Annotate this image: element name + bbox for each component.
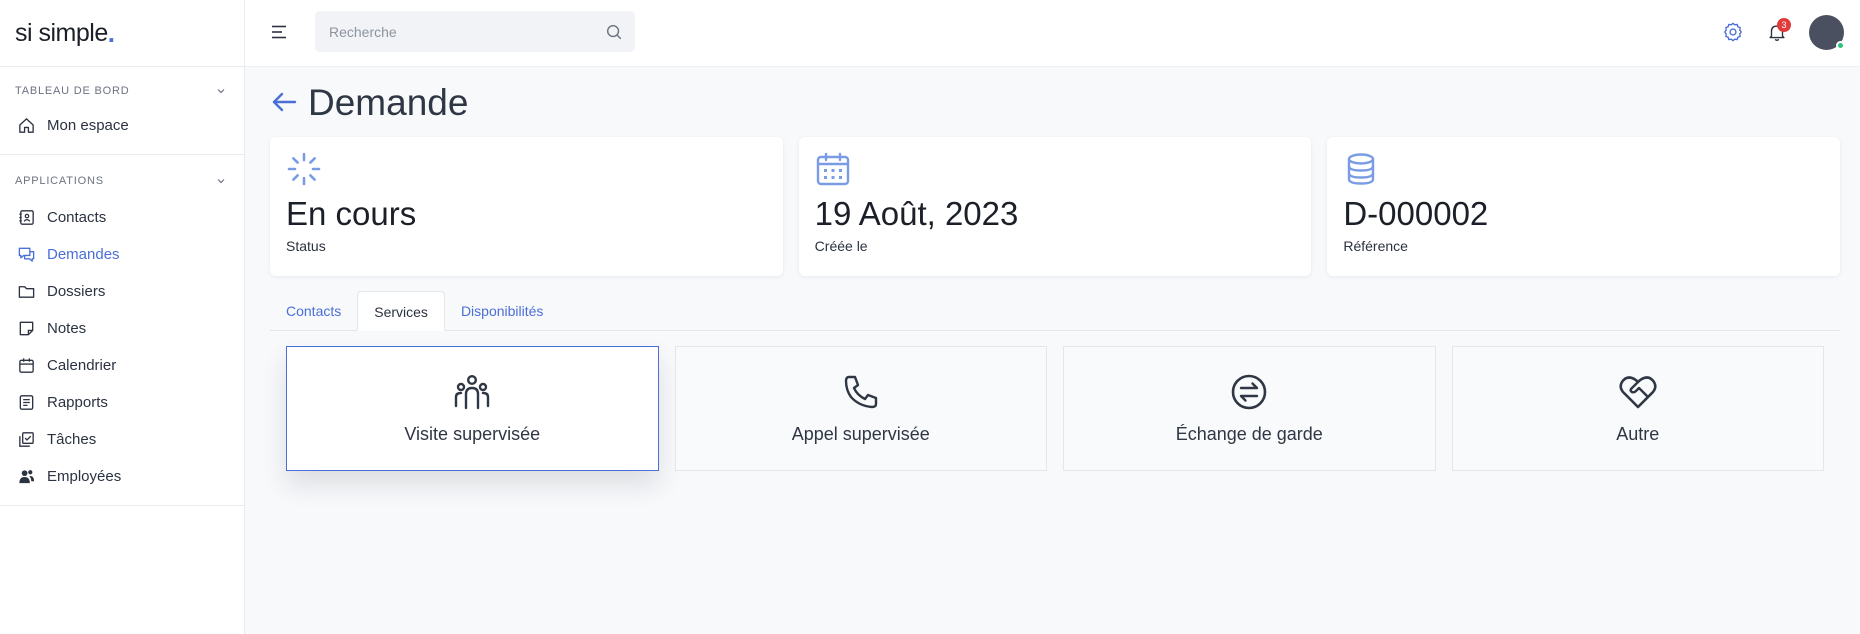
sidebar-item-calendrier[interactable]: Calendrier [0, 347, 244, 384]
phone-icon [844, 375, 877, 409]
report-icon [17, 393, 36, 412]
chat-icon [17, 245, 36, 264]
sidebar: si simple. TABLEAU DE BORD Mon espace AP… [0, 0, 245, 634]
note-icon [17, 319, 36, 338]
sidebar-item-label: Demandes [47, 246, 120, 263]
search-icon[interactable] [605, 23, 623, 41]
brand-logo[interactable]: si simple. [0, 0, 244, 66]
notification-badge: 3 [1777, 18, 1791, 32]
status-card: En cours Status [270, 137, 783, 276]
service-label: Autre [1616, 424, 1660, 444]
reference-card: D-000002 Référence [1327, 137, 1841, 276]
services-grid: Visite supervisée Appel supervisée Échan… [270, 346, 1840, 471]
sidebar-item-label: Mon espace [47, 117, 129, 134]
sidebar-section-applications: APPLICATIONS Contacts Demandes Dossiers [0, 154, 244, 505]
employees-icon [17, 467, 36, 486]
sidebar-item-demandes[interactable]: Demandes [0, 236, 244, 273]
main-content: Demande En cours Status 19 Août, 2023 Cr… [270, 67, 1841, 471]
search-input[interactable] [315, 23, 605, 40]
sidebar-section-dashboard: TABLEAU DE BORD Mon espace [0, 66, 244, 154]
sidebar-item-employees[interactable]: Employées [0, 458, 244, 495]
menu-icon[interactable] [269, 22, 289, 42]
sidebar-section-header[interactable]: TABLEAU DE BORD [0, 81, 244, 101]
created-date-label: Créée le [814, 238, 868, 254]
sidebar-section-title: TABLEAU DE BORD [15, 85, 130, 97]
sidebar-item-taches[interactable]: Tâches [0, 421, 244, 458]
gear-icon[interactable] [1722, 21, 1744, 43]
service-echange-de-garde[interactable]: Échange de garde [1063, 346, 1436, 471]
service-label: Échange de garde [1175, 424, 1323, 444]
group-icon [455, 374, 490, 410]
status-value: En cours [286, 195, 417, 232]
title-row: Demande [270, 67, 1840, 135]
sidebar-item-label: Tâches [47, 431, 97, 448]
tab-services[interactable]: Services [357, 291, 445, 331]
calendar-icon [17, 356, 36, 375]
sidebar-divider [0, 505, 244, 506]
chevron-down-icon [217, 89, 225, 94]
sidebar-section-title: APPLICATIONS [15, 175, 104, 187]
reference-value: D-000002 [1343, 195, 1489, 232]
heart-handshake-icon [1619, 376, 1657, 409]
online-status-dot [1836, 41, 1845, 50]
sidebar-item-label: Dossiers [47, 283, 106, 300]
tab-disponibilites[interactable]: Disponibilités [445, 291, 559, 331]
reference-label: Référence [1343, 238, 1408, 254]
calendar-icon [816, 152, 849, 186]
brand-name: si simple [15, 18, 108, 47]
service-appel-supervisee[interactable]: Appel supervisée [674, 346, 1047, 471]
created-date-card: 19 Août, 2023 Créée le [798, 137, 1312, 276]
home-icon [17, 116, 36, 135]
database-icon [1348, 153, 1375, 185]
status-label: Status [286, 238, 326, 254]
loader-icon [287, 152, 321, 186]
contacts-book-icon [17, 208, 36, 227]
folder-icon [17, 282, 36, 301]
brand-dot: . [107, 17, 115, 48]
sidebar-item-rapports[interactable]: Rapports [0, 384, 244, 421]
service-label: Visite supervisée [404, 424, 541, 444]
sidebar-section-header[interactable]: APPLICATIONS [0, 171, 244, 191]
sidebar-item-label: Notes [47, 320, 87, 337]
exchange-icon [1231, 374, 1267, 410]
tabs: Contacts Services Disponibilités [270, 291, 1840, 331]
sidebar-item-label: Calendrier [47, 357, 117, 374]
created-date-value: 19 Août, 2023 [814, 195, 1019, 232]
tab-contacts[interactable]: Contacts [270, 291, 357, 331]
sidebar-item-label: Rapports [47, 394, 108, 411]
sidebar-item-label: Contacts [47, 209, 107, 226]
sidebar-item-mon-espace[interactable]: Mon espace [0, 107, 244, 144]
page-title: Demande [308, 82, 469, 123]
service-visite-supervisee[interactable]: Visite supervisée [286, 346, 659, 471]
sidebar-item-dossiers[interactable]: Dossiers [0, 273, 244, 310]
chevron-down-icon [217, 179, 225, 184]
search-box [315, 11, 635, 52]
sidebar-item-contacts[interactable]: Contacts [0, 199, 244, 236]
service-label: Appel supervisée [791, 424, 930, 444]
sidebar-item-label: Employées [47, 468, 122, 485]
topbar: 3 [245, 0, 1860, 67]
sidebar-item-notes[interactable]: Notes [0, 310, 244, 347]
service-autre[interactable]: Autre [1451, 346, 1824, 471]
arrow-left-icon[interactable] [270, 89, 298, 117]
summary-cards: En cours Status 19 Août, 2023 Créée le D… [270, 137, 1841, 276]
tasks-icon [17, 430, 36, 449]
